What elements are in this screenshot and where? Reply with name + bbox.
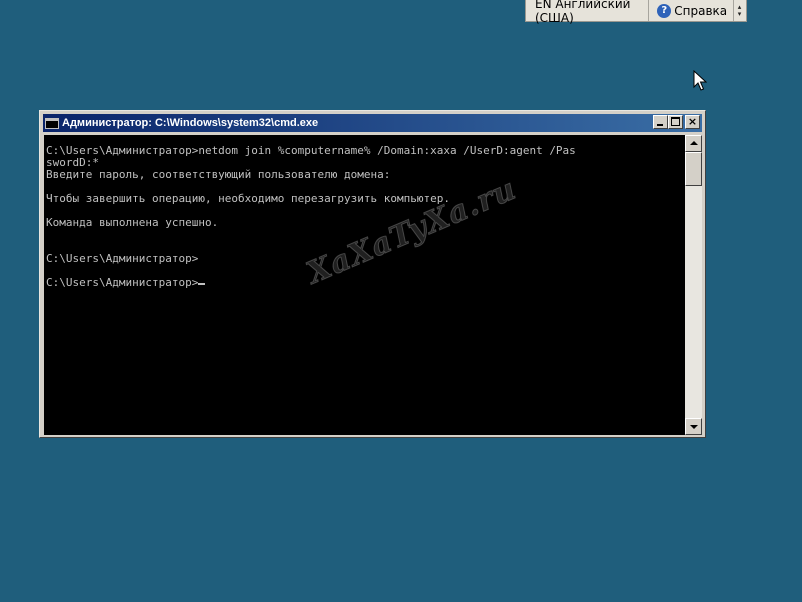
arrow-up-icon bbox=[690, 141, 698, 145]
window-title: Администратор: C:\Windows\system32\cmd.e… bbox=[62, 117, 319, 129]
language-bar: EN Английский (США) ? Справка ▴ ▾ bbox=[525, 0, 747, 25]
window-titlebar[interactable]: Администратор: C:\Windows\system32\cmd.e… bbox=[43, 114, 702, 132]
scroll-up-button[interactable] bbox=[685, 135, 702, 152]
console-line: C:\Users\Администратор> bbox=[46, 276, 199, 289]
text-cursor bbox=[198, 283, 206, 285]
mouse-pointer-icon bbox=[693, 70, 707, 91]
scroll-down-button[interactable] bbox=[685, 418, 702, 435]
console-prompt-line: C:\Users\Администратор> bbox=[46, 276, 206, 289]
vertical-scrollbar[interactable] bbox=[685, 135, 702, 435]
help-label: Справка bbox=[674, 3, 728, 18]
question-icon: ? bbox=[657, 3, 672, 18]
close-icon: × bbox=[687, 115, 698, 128]
cmd-icon[interactable] bbox=[45, 117, 59, 129]
maximize-button[interactable] bbox=[668, 115, 683, 129]
scroll-thumb[interactable] bbox=[685, 152, 702, 186]
language-label: EN Английский (США) bbox=[535, 0, 631, 25]
console-output[interactable]: C:\Users\Администратор>netdom join %comp… bbox=[44, 135, 685, 435]
language-indicator[interactable]: EN Английский (США) bbox=[526, 0, 650, 25]
desktop: EN Английский (США) ? Справка ▴ ▾ Админис… bbox=[0, 0, 802, 602]
cmd-window: Администратор: C:\Windows\system32\cmd.e… bbox=[39, 110, 706, 438]
chevron-updown-icon[interactable]: ▴ ▾ bbox=[734, 0, 745, 21]
minimize-button[interactable] bbox=[653, 115, 668, 129]
console-line: C:\Users\Администратор> bbox=[46, 252, 199, 265]
console-line: Введите пароль, соответствующий пользова… bbox=[46, 168, 391, 181]
console-line: Чтобы завершить операцию, необходимо пер… bbox=[46, 192, 450, 205]
help-button[interactable]: ? Справка bbox=[649, 0, 735, 21]
arrow-down-icon bbox=[690, 425, 698, 429]
console-line: Команда выполнена успешно. bbox=[46, 216, 219, 229]
close-button[interactable]: × bbox=[685, 115, 700, 129]
console-line: C:\Users\Администратор>netdom join %comp… bbox=[46, 144, 576, 157]
